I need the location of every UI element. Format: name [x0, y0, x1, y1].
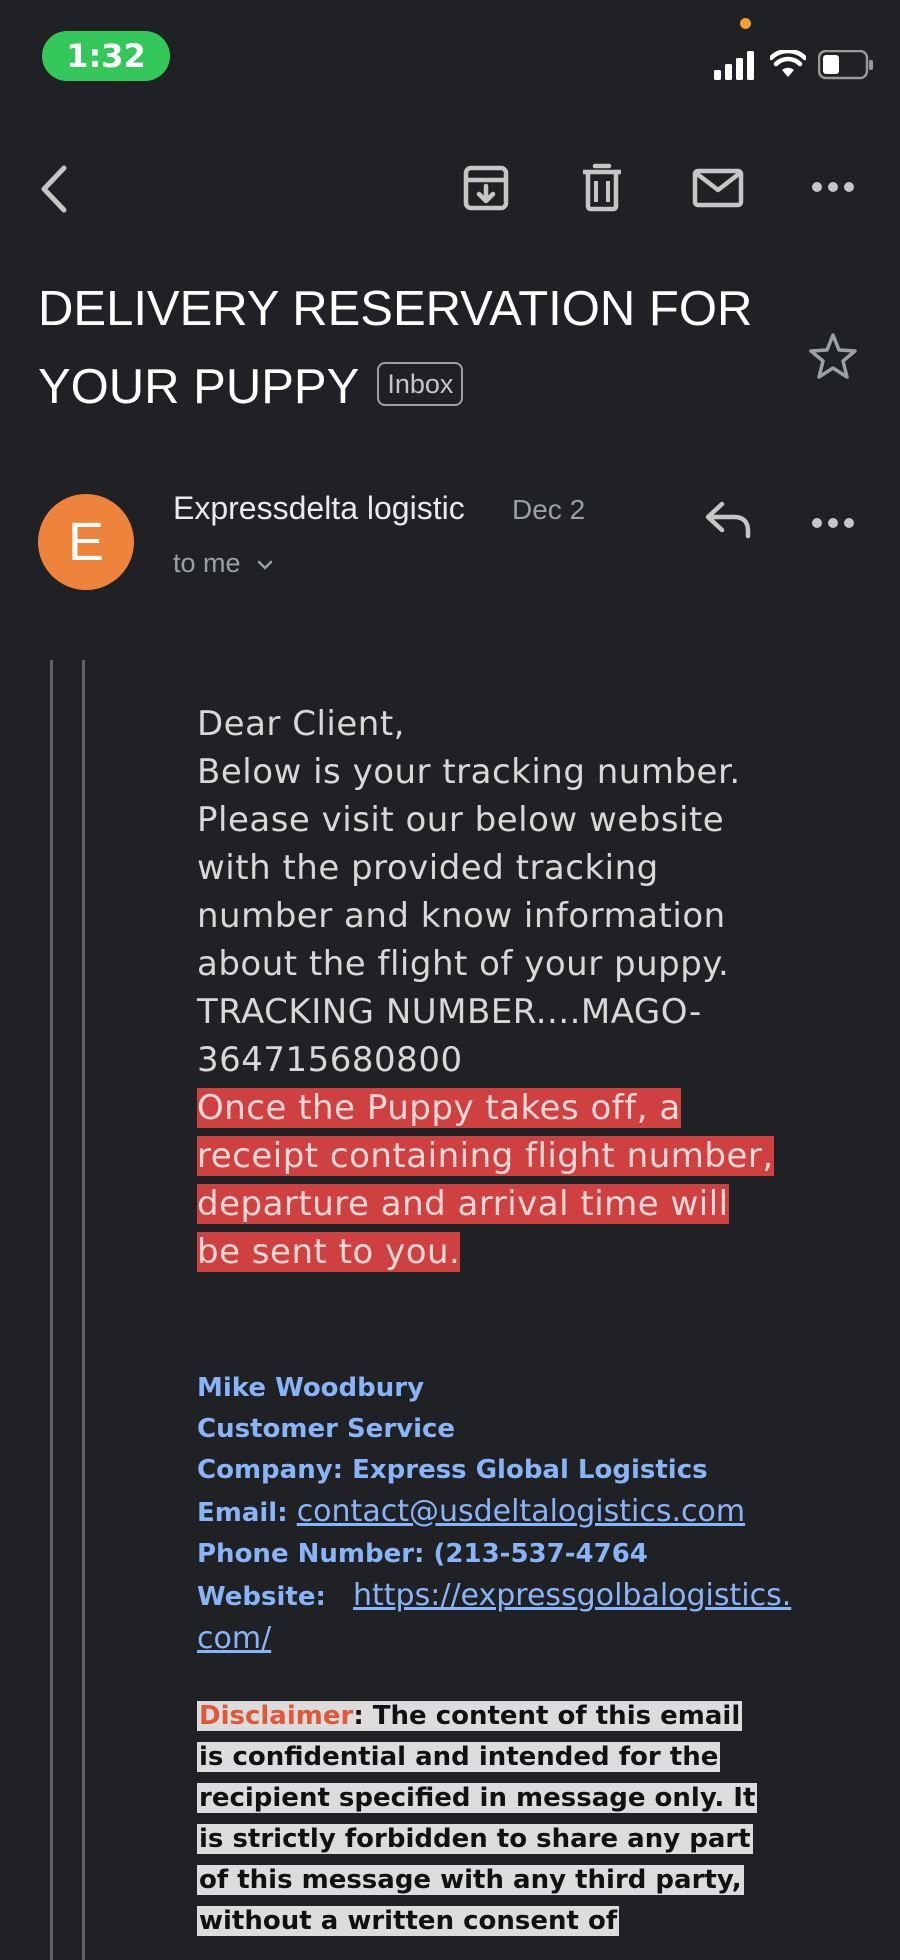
more-icon[interactable] — [812, 180, 854, 194]
email-link[interactable]: contact@usdeltalogistics.com — [297, 1494, 745, 1529]
wifi-icon — [770, 50, 806, 77]
signature-phone: Phone Number: (213-537-4764 — [197, 1539, 648, 1569]
sender-avatar[interactable]: E — [38, 494, 134, 590]
tracking-number: TRACKING NUMBER....MAGO-364715680800 — [197, 992, 702, 1080]
signal-icon — [714, 51, 754, 80]
email-signature: Mike Woodbury Customer Service Company: … — [197, 1368, 797, 1661]
email-date: Dec 2 — [512, 494, 586, 525]
mail-icon[interactable] — [692, 168, 744, 208]
battery-icon — [818, 50, 873, 80]
disclaimer-label: Disclaimer — [199, 1701, 354, 1731]
signature-role: Customer Service — [197, 1414, 456, 1444]
archive-icon[interactable] — [462, 164, 510, 212]
email-body: Dear Client, Below is your tracking numb… — [197, 700, 777, 1276]
disclaimer-text: : The content of this email is confident… — [199, 1701, 756, 1936]
body-greeting: Dear Client, — [197, 704, 405, 744]
quote-border-inner — [82, 660, 85, 1960]
body-paragraph: Below is your tracking number. Please vi… — [197, 752, 741, 984]
website-label: Website: — [197, 1582, 326, 1612]
sender-more-icon[interactable] — [812, 516, 854, 530]
email-subject: DELIVERY RESERVATION FOR YOUR PUPPY Inbox — [38, 270, 758, 426]
signature-name: Mike Woodbury — [197, 1373, 425, 1403]
inbox-label-chip[interactable]: Inbox — [377, 362, 464, 407]
signature-email-row: Email: contact@usdeltalogistics.com — [197, 1491, 797, 1534]
trash-icon[interactable] — [581, 162, 623, 212]
recipient-label: to me — [173, 548, 241, 578]
recipient-toggle[interactable]: to me — [173, 548, 274, 579]
back-icon[interactable] — [36, 164, 70, 214]
signature-website-row: Website: https://expressgolbalogistics.c… — [197, 1575, 797, 1661]
highlighted-notice: Once the Puppy takes off, a receipt cont… — [197, 1088, 774, 1272]
star-icon[interactable] — [808, 332, 858, 380]
reply-icon[interactable] — [704, 500, 752, 540]
signature-company: Company: Express Global Logistics — [197, 1455, 708, 1485]
quote-border-outer — [50, 660, 53, 1960]
disclaimer-block: Disclaimer: The content of this email is… — [197, 1696, 767, 1942]
chevron-down-icon — [257, 560, 273, 570]
email-label: Email: — [197, 1498, 288, 1528]
sender-name[interactable]: Expressdelta logistic — [173, 490, 465, 527]
privacy-indicator-dot — [740, 18, 751, 29]
status-time: 1:32 — [42, 31, 170, 81]
